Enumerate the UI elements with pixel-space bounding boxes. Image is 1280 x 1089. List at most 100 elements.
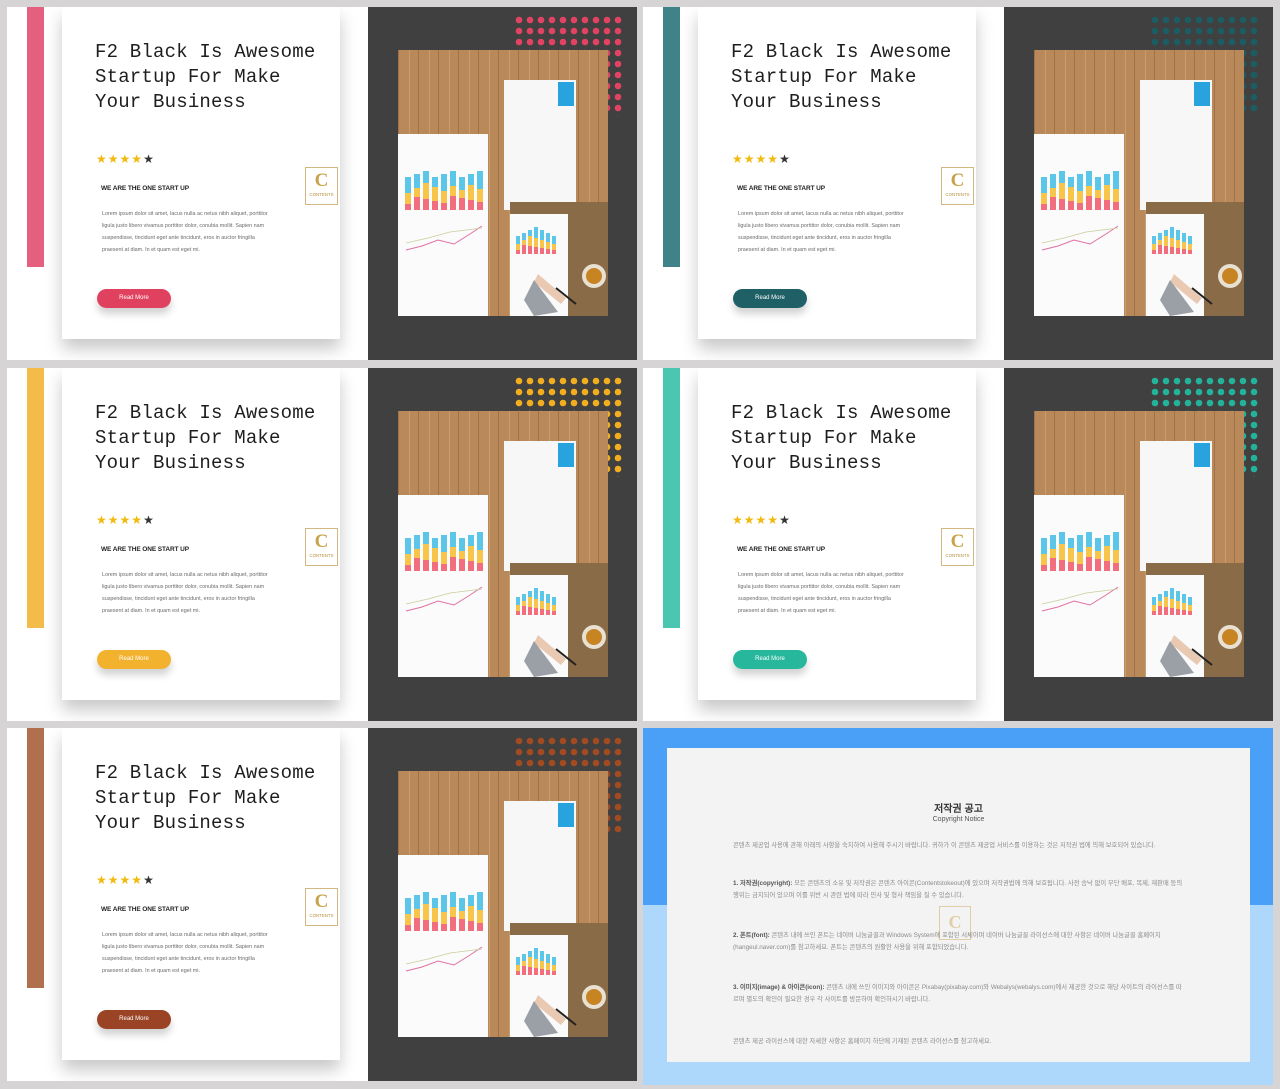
decoration-dot — [614, 93, 622, 101]
star-icon: ★ — [131, 152, 144, 166]
notice-section-heading: 3. 이미지(image) & 아이콘(icon): — [733, 984, 825, 991]
slide-thumbnail[interactable]: F2 Black Is Awesome Startup For Make You… — [643, 7, 1273, 360]
decoration-dot — [515, 16, 523, 24]
decoration-dot — [1195, 27, 1203, 35]
decoration-dot — [1217, 16, 1225, 24]
decoration-dot — [526, 16, 534, 24]
decoration-dot — [1184, 388, 1192, 396]
decoration-dot — [592, 27, 600, 35]
decoration-dot — [537, 748, 545, 756]
slide-subtitle: WE ARE THE ONE START UP — [737, 546, 825, 553]
slide-thumbnail[interactable]: F2 Black Is Awesome Startup For Make You… — [643, 368, 1273, 721]
read-more-button[interactable]: Read More — [733, 289, 807, 308]
decoration-dot — [614, 377, 622, 385]
decoration-dot — [614, 814, 622, 822]
slide-thumbnail[interactable]: F2 Black Is Awesome Startup For Make You… — [7, 368, 637, 721]
slide-body-text: Lorem ipsum dolor sit amet, lacus nulla … — [738, 572, 904, 614]
decoration-dot — [592, 16, 600, 24]
copyright-notice-slide[interactable]: 저작권 공고 Copyright Notice 콘텐츠 제공업 사용에 관해 아… — [643, 728, 1273, 1085]
decoration-dot — [614, 443, 622, 451]
star-icon: ★ — [119, 513, 132, 527]
slide-subtitle: WE ARE THE ONE START UP — [101, 546, 189, 553]
star-icon: ★ — [143, 152, 155, 166]
decoration-dot — [1250, 410, 1258, 418]
decoration-dot — [614, 759, 622, 767]
decoration-dot — [1250, 82, 1258, 90]
decoration-dot — [559, 737, 567, 745]
decoration-dot — [1173, 27, 1181, 35]
decoration-dot — [1228, 399, 1236, 407]
read-more-button[interactable]: Read More — [97, 289, 171, 308]
decoration-dot — [614, 792, 622, 800]
decoration-dot — [559, 399, 567, 407]
decoration-dot — [526, 377, 534, 385]
decoration-dot — [1162, 377, 1170, 385]
star-icon: ★ — [779, 513, 791, 527]
decoration-dot — [515, 27, 523, 35]
star-icon: ★ — [131, 513, 144, 527]
accent-bar — [663, 368, 680, 628]
decoration-dot — [592, 38, 600, 46]
decoration-dot — [515, 388, 523, 396]
decoration-dot — [515, 38, 523, 46]
star-icon: ★ — [107, 152, 120, 166]
decoration-dot — [1250, 454, 1258, 462]
slide-title: F2 Black Is Awesome Startup For Make You… — [731, 402, 952, 474]
star-icon: ★ — [755, 152, 768, 166]
decoration-dot — [1151, 388, 1159, 396]
decoration-dot — [603, 737, 611, 745]
decoration-dot — [614, 27, 622, 35]
desk-photo-image — [398, 771, 608, 1037]
read-more-button[interactable]: Read More — [97, 650, 171, 669]
star-icon: ★ — [107, 873, 120, 887]
decoration-dot — [559, 377, 567, 385]
slide-subtitle: WE ARE THE ONE START UP — [737, 185, 825, 192]
contents-logo-watermark: C — [939, 906, 971, 940]
decoration-dot — [1250, 104, 1258, 112]
decoration-dot — [581, 737, 589, 745]
rating-stars: ★★★★★ — [96, 873, 155, 887]
decoration-dot — [1217, 27, 1225, 35]
contents-logo: C CONTENTS — [941, 528, 974, 566]
decoration-dot — [559, 388, 567, 396]
decoration-dot — [1250, 49, 1258, 57]
decoration-dot — [1228, 388, 1236, 396]
decoration-dot — [548, 388, 556, 396]
read-more-button[interactable]: Read More — [97, 1010, 171, 1029]
desk-photo-image — [1034, 50, 1244, 316]
star-icon: ★ — [143, 513, 155, 527]
notice-section-copyright: 1. 저작권(copyright): 모든 콘텐츠의 소유 및 저작권은 콘텐츠… — [733, 878, 1185, 902]
decoration-dot — [1206, 377, 1214, 385]
notice-intro: 콘텐츠 제공업 사용에 관해 아래의 사항을 숙지하여 사용해 주시기 바랍니다… — [733, 842, 1156, 849]
decoration-dot — [1217, 38, 1225, 46]
decoration-dot — [548, 27, 556, 35]
decoration-dot — [581, 27, 589, 35]
decoration-dot — [1195, 16, 1203, 24]
notice-subtitle: Copyright Notice — [932, 816, 985, 823]
decoration-dot — [526, 737, 534, 745]
decoration-dot — [570, 38, 578, 46]
decoration-dot — [1162, 27, 1170, 35]
decoration-dot — [1250, 27, 1258, 35]
decoration-dot — [526, 388, 534, 396]
decoration-dot — [603, 377, 611, 385]
slide-thumbnail[interactable]: F2 Black Is Awesome Startup For Make You… — [7, 7, 637, 360]
decoration-dot — [592, 748, 600, 756]
decoration-dot — [1195, 388, 1203, 396]
star-icon: ★ — [743, 513, 756, 527]
decoration-dot — [1239, 27, 1247, 35]
decoration-dot — [1162, 399, 1170, 407]
slide-title: F2 Black Is Awesome Startup For Make You… — [95, 762, 316, 834]
decoration-dot — [548, 748, 556, 756]
slide-thumbnail[interactable]: F2 Black Is Awesome Startup For Make You… — [7, 728, 637, 1081]
decoration-dot — [537, 737, 545, 745]
decoration-dot — [559, 759, 567, 767]
decoration-dot — [1173, 388, 1181, 396]
read-more-button[interactable]: Read More — [733, 650, 807, 669]
content-card: F2 Black Is Awesome Startup For Make You… — [62, 7, 340, 339]
decoration-dot — [603, 27, 611, 35]
decoration-dot — [548, 399, 556, 407]
star-icon: ★ — [767, 152, 780, 166]
decoration-dot — [570, 748, 578, 756]
contents-logo: C CONTENTS — [305, 888, 338, 926]
